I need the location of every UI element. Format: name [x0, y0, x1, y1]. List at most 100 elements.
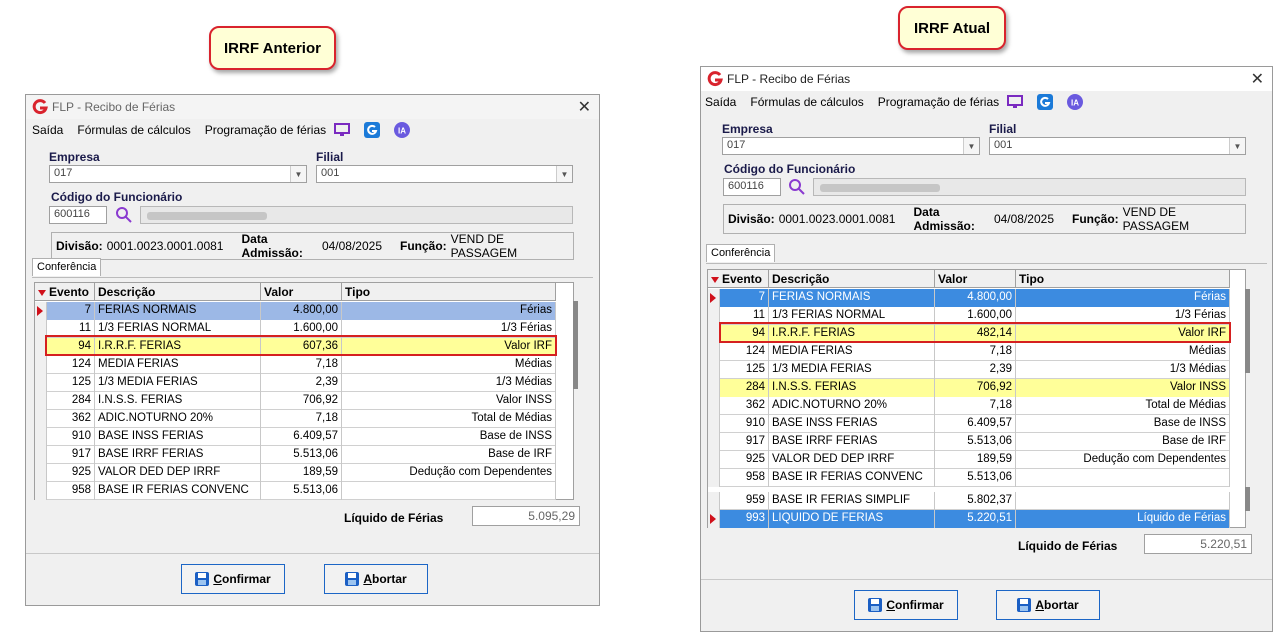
menu-formulas[interactable]: Fórmulas de cálculos — [77, 123, 190, 137]
row-indicator[interactable] — [708, 492, 720, 510]
chevron-down-icon[interactable]: ▼ — [1229, 138, 1245, 154]
col-descricao[interactable]: Descrição — [95, 283, 261, 301]
table-row[interactable]: 124 MEDIA FERIAS 7,18 Médias — [35, 356, 556, 374]
abort-label: Abortar — [363, 572, 407, 586]
row-indicator[interactable] — [35, 428, 47, 446]
col-evento[interactable]: Evento — [35, 283, 95, 301]
confirm-button[interactable]: Confirmar — [854, 590, 958, 620]
row-indicator[interactable] — [35, 374, 47, 392]
codigo-input[interactable]: 600116 — [49, 206, 107, 224]
abort-button[interactable]: Abortar — [996, 590, 1100, 620]
codigo-input[interactable]: 600116 — [723, 178, 781, 196]
row-indicator[interactable] — [35, 446, 47, 464]
close-icon[interactable]: ✕ — [578, 97, 591, 117]
search-icon[interactable] — [788, 178, 806, 196]
g-logo-icon[interactable] — [1037, 94, 1054, 110]
row-indicator[interactable] — [708, 379, 720, 397]
monitor-icon[interactable] — [1007, 94, 1024, 110]
cell-valor: 6.409,57 — [935, 415, 1016, 433]
row-indicator[interactable] — [708, 469, 720, 487]
info-bar: Divisão: 0001.0023.0001.0081 Data Admiss… — [51, 232, 574, 260]
cell-valor: 189,59 — [261, 464, 342, 482]
row-indicator[interactable] — [708, 510, 720, 528]
table-row[interactable]: 959 BASE IR FERIAS SIMPLIF 5.802,37 — [708, 492, 1230, 510]
chevron-down-icon[interactable]: ▼ — [963, 138, 979, 154]
tab-conferencia[interactable]: Conferência — [706, 244, 776, 262]
table-row[interactable]: 910 BASE INSS FERIAS 6.409,57 Base de INSS — [35, 428, 556, 446]
filial-select[interactable]: 001 ▼ — [989, 137, 1246, 155]
window-title: FLP - Recibo de Férias — [52, 100, 176, 114]
vertical-scrollbar[interactable] — [573, 301, 578, 389]
ia-icon[interactable]: IA — [394, 122, 411, 138]
table-row[interactable]: 958 BASE IR FERIAS CONVENC 5.513,06 — [708, 469, 1230, 487]
row-indicator[interactable] — [708, 397, 720, 415]
chevron-down-icon[interactable]: ▼ — [556, 166, 572, 182]
col-evento[interactable]: Evento — [708, 270, 769, 288]
chevron-down-icon[interactable]: ▼ — [290, 166, 306, 182]
table-row[interactable]: 284 I.N.S.S. FERIAS 706,92 Valor INSS — [708, 379, 1230, 397]
row-indicator[interactable] — [35, 482, 47, 500]
row-indicator[interactable] — [708, 451, 720, 469]
table-row[interactable]: 925 VALOR DED DEP IRRF 189,59 Dedução com D… — [708, 451, 1230, 469]
vertical-scrollbar-lower[interactable] — [1245, 487, 1250, 511]
table-row[interactable]: 362 ADIC.NOTURNO 20% 7,18 Total de Médias — [35, 410, 556, 428]
cell-descricao: I.N.S.S. FERIAS — [769, 379, 935, 397]
row-indicator[interactable] — [708, 415, 720, 433]
close-icon[interactable]: ✕ — [1251, 69, 1264, 89]
col-valor[interactable]: Valor — [261, 283, 342, 301]
row-pointer-icon — [37, 306, 43, 316]
table-row[interactable]: 958 BASE IR FERIAS CONVENC 5.513,06 — [35, 482, 556, 500]
table-row[interactable]: 125 1/3 MEDIA FERIAS 2,39 1/3 Médias — [35, 374, 556, 392]
confirm-button[interactable]: Confirmar — [181, 564, 285, 594]
table-row[interactable]: 910 BASE INSS FERIAS 6.409,57 Base de INSS — [708, 415, 1230, 433]
row-indicator[interactable] — [708, 343, 720, 361]
grid-header: Evento Descrição Valor Tipo — [35, 283, 556, 301]
vertical-scrollbar[interactable] — [1245, 289, 1250, 373]
table-row[interactable]: 7 FERIAS NORMAIS 4.800,00 Férias — [708, 289, 1230, 307]
filial-select[interactable]: 001 ▼ — [316, 165, 573, 183]
row-indicator[interactable] — [35, 464, 47, 482]
table-row[interactable]: 284 I.N.S.S. FERIAS 706,92 Valor INSS — [35, 392, 556, 410]
tab-conferencia[interactable]: Conferência — [32, 258, 102, 276]
row-indicator[interactable] — [35, 356, 47, 374]
table-row[interactable]: 124 MEDIA FERIAS 7,18 Médias — [708, 343, 1230, 361]
empresa-select[interactable]: 017 ▼ — [722, 137, 980, 155]
menu-programacao[interactable]: Programação de férias — [205, 123, 326, 137]
table-row[interactable]: 125 1/3 MEDIA FERIAS 2,39 1/3 Médias — [708, 361, 1230, 379]
codigo-value: 600116 — [54, 208, 90, 220]
cell-descricao: VALOR DED DEP IRRF — [95, 464, 261, 482]
row-indicator[interactable] — [708, 289, 720, 307]
row-indicator[interactable] — [35, 302, 47, 320]
table-row[interactable]: 925 VALOR DED DEP IRRF 189,59 Dedução com D… — [35, 464, 556, 482]
table-row[interactable]: 993 LIQUIDO DE FERIAS 5.220,51 Líquido de F… — [708, 510, 1230, 528]
cell-descricao: FERIAS NORMAIS — [95, 302, 261, 320]
divisao-label: Divisão: — [728, 212, 775, 226]
table-row[interactable]: 7 FERIAS NORMAIS 4.800,00 Férias — [35, 302, 556, 320]
callout-irrf-anterior: IRRF Anterior — [209, 26, 336, 70]
abort-button[interactable]: Abortar — [324, 564, 428, 594]
table-row[interactable]: 917 BASE IRRF FERIAS 5.513,06 Base de IRF — [708, 433, 1230, 451]
table-row[interactable]: 362 ADIC.NOTURNO 20% 7,18 Total de Médias — [708, 397, 1230, 415]
menu-saida[interactable]: Saída — [705, 95, 736, 109]
cell-evento: 7 — [47, 302, 95, 320]
search-icon[interactable] — [115, 206, 133, 224]
cell-tipo: Médias — [1016, 343, 1230, 361]
row-indicator[interactable] — [35, 410, 47, 428]
row-indicator[interactable] — [708, 361, 720, 379]
table-row[interactable]: 917 BASE IRRF FERIAS 5.513,06 Base de IRF — [35, 446, 556, 464]
cell-valor: 189,59 — [935, 451, 1016, 469]
col-descricao[interactable]: Descrição — [769, 270, 935, 288]
menu-saida[interactable]: Saída — [32, 123, 63, 137]
g-logo-icon[interactable] — [364, 122, 381, 138]
menu-programacao[interactable]: Programação de férias — [878, 95, 999, 109]
col-tipo[interactable]: Tipo — [342, 283, 556, 301]
row-indicator[interactable] — [35, 392, 47, 410]
row-indicator[interactable] — [708, 433, 720, 451]
menu-formulas[interactable]: Fórmulas de cálculos — [750, 95, 863, 109]
monitor-icon[interactable] — [334, 122, 351, 138]
abort-label: Abortar — [1035, 598, 1079, 612]
col-valor[interactable]: Valor — [935, 270, 1016, 288]
col-tipo[interactable]: Tipo — [1016, 270, 1230, 288]
empresa-select[interactable]: 017 ▼ — [49, 165, 307, 183]
ia-icon[interactable]: IA — [1067, 94, 1084, 110]
